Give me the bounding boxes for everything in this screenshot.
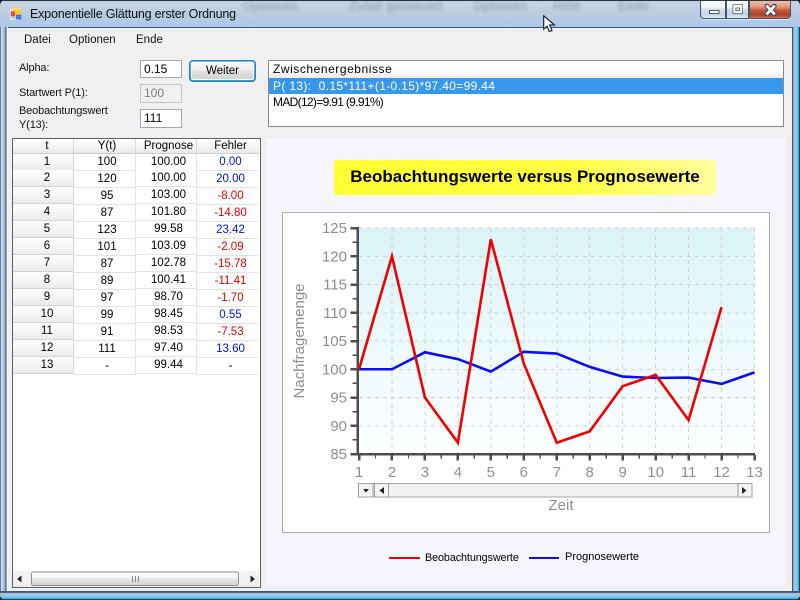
svg-text:105: 105 xyxy=(322,333,347,350)
svg-text:115: 115 xyxy=(323,277,347,294)
svg-text:120: 120 xyxy=(322,248,347,265)
svg-text:100: 100 xyxy=(322,361,347,378)
svg-text:3: 3 xyxy=(421,464,429,481)
svg-text:90: 90 xyxy=(330,418,347,435)
svg-text:Nachfragemenge: Nachfragemenge xyxy=(291,283,308,398)
svg-text:6: 6 xyxy=(520,464,528,481)
svg-text:Zeit: Zeit xyxy=(548,497,574,514)
svg-text:1: 1 xyxy=(355,464,363,481)
svg-text:12: 12 xyxy=(713,464,730,481)
svg-text:5: 5 xyxy=(487,464,495,481)
svg-text:10: 10 xyxy=(647,464,664,481)
svg-text:13: 13 xyxy=(746,464,763,481)
svg-text:9: 9 xyxy=(618,464,626,481)
svg-text:8: 8 xyxy=(586,464,594,481)
svg-text:125: 125 xyxy=(322,220,347,237)
svg-text:110: 110 xyxy=(323,305,347,322)
svg-text:2: 2 xyxy=(388,464,396,481)
svg-text:85: 85 xyxy=(330,446,347,463)
svg-text:4: 4 xyxy=(454,464,462,481)
svg-text:95: 95 xyxy=(330,390,347,407)
svg-text:11: 11 xyxy=(681,464,697,481)
svg-text:7: 7 xyxy=(553,464,561,481)
